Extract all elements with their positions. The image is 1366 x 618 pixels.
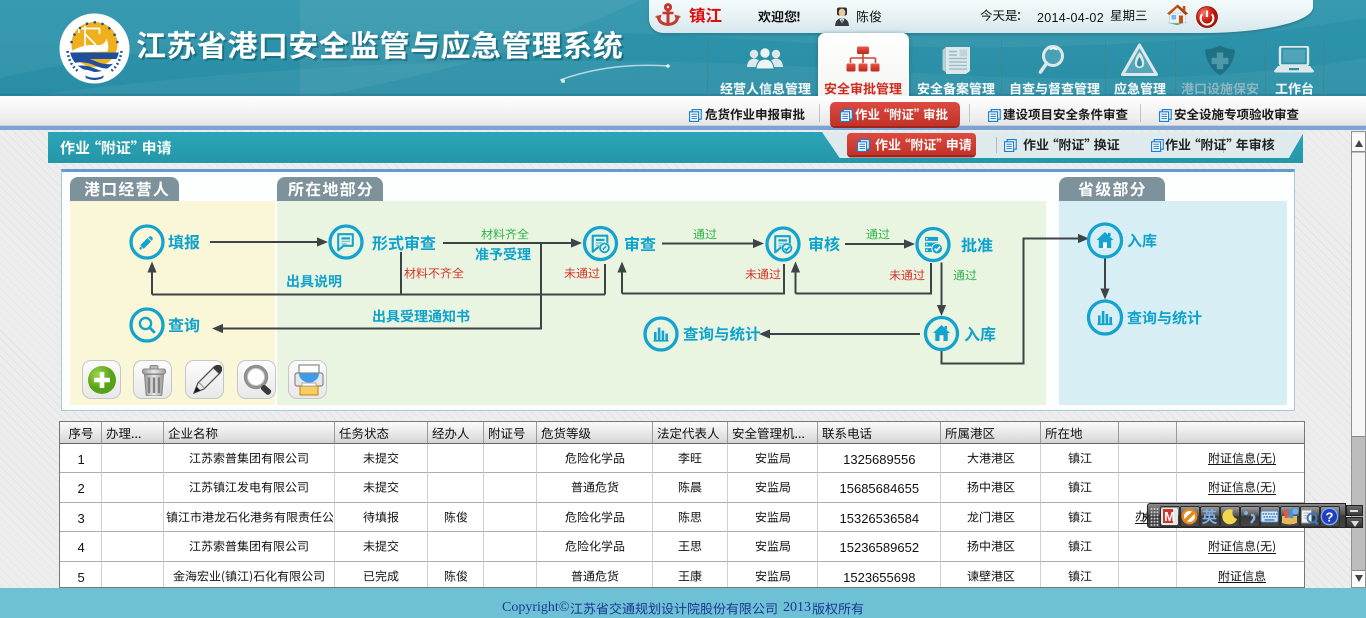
svg-text:?: ?: [1326, 510, 1334, 525]
svg-text:英: 英: [1202, 508, 1218, 526]
svg-text:M: M: [1164, 509, 1175, 524]
